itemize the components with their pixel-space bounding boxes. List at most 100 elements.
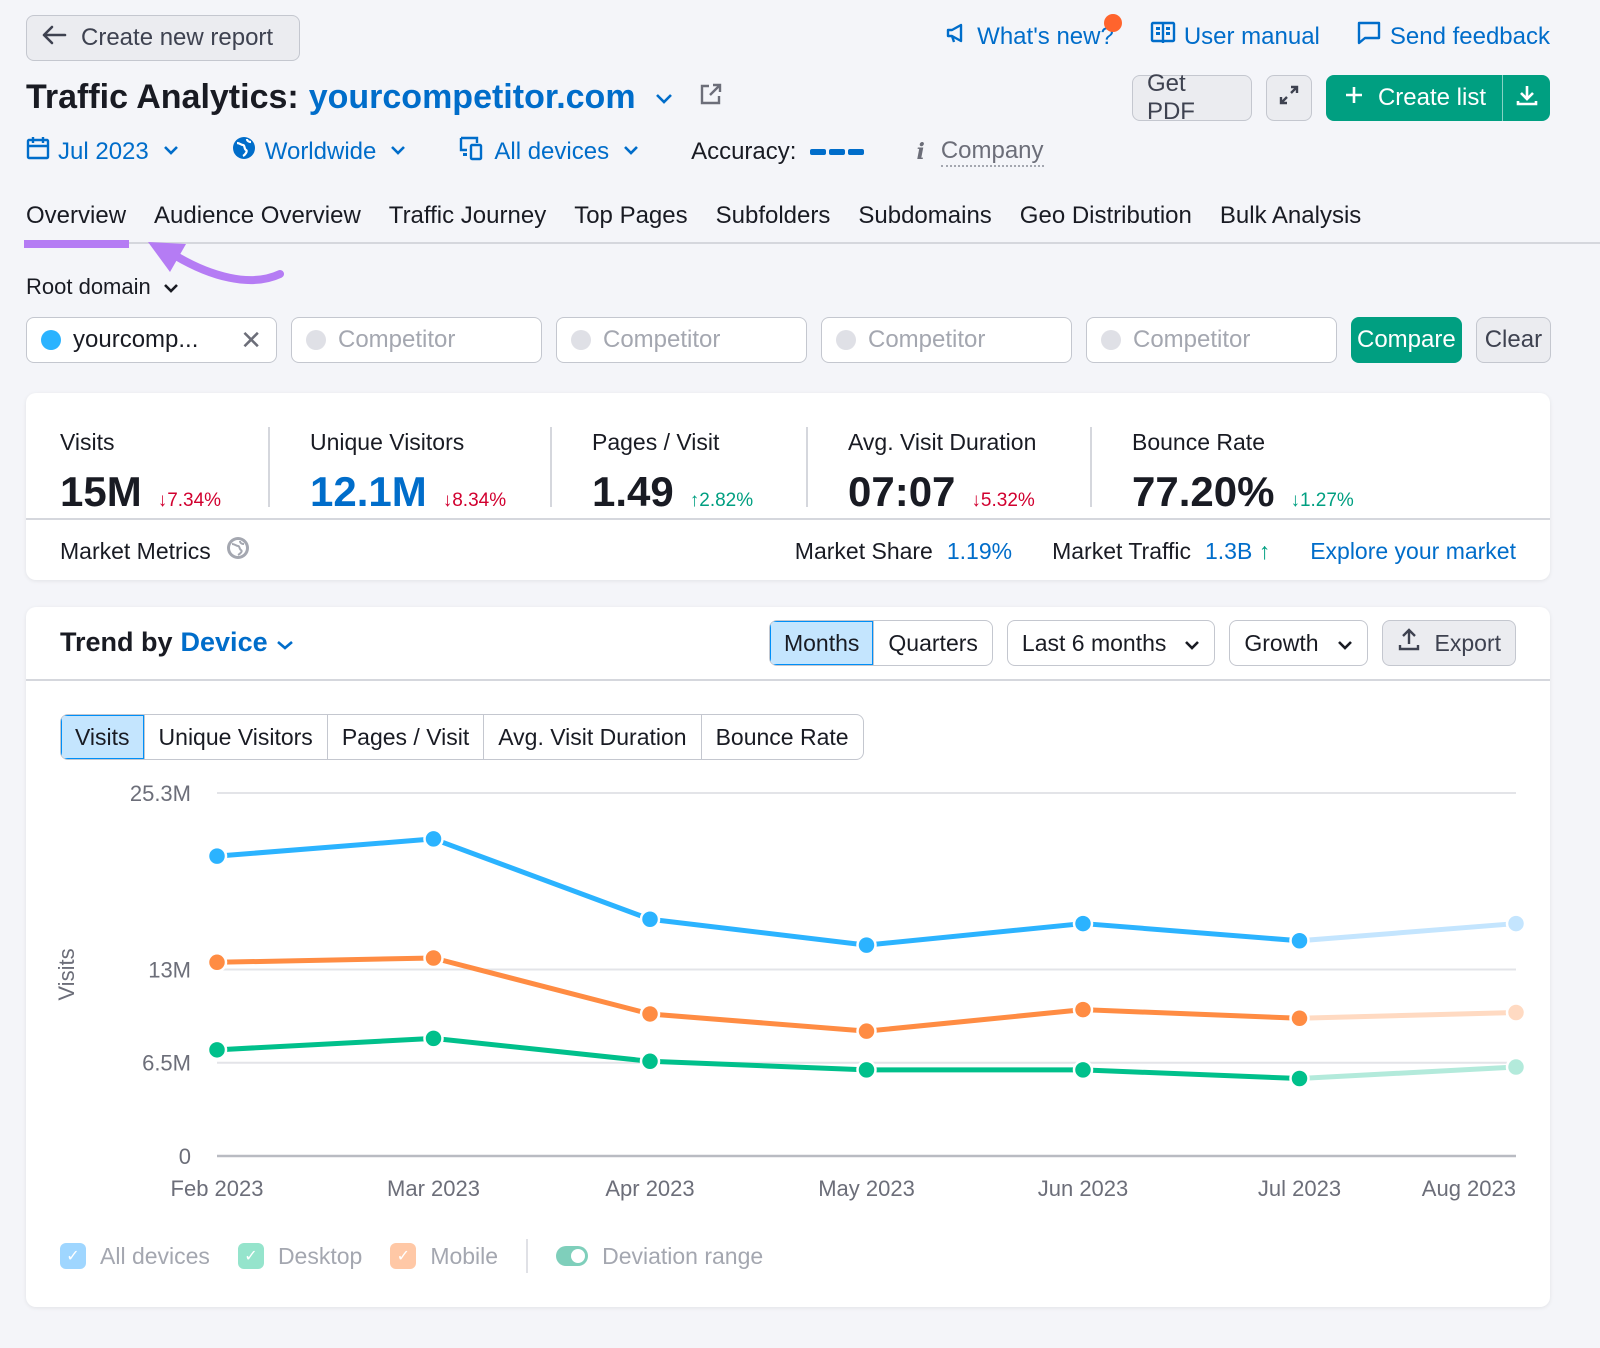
explore-market-link[interactable]: Explore your market xyxy=(1310,538,1516,565)
market-traffic-value: 1.3B ↑ xyxy=(1204,537,1271,564)
metric-tabs: Visits Unique Visitors Pages / Visit Avg… xyxy=(60,714,864,760)
export-button[interactable]: Export xyxy=(1381,620,1516,666)
metric-unique-visitors[interactable]: Unique Visitors 12.1M ↓8.34% xyxy=(270,393,550,518)
help-links: What's new? User manual Send feedback xyxy=(945,14,1550,53)
external-link-icon[interactable] xyxy=(698,81,724,114)
data-point xyxy=(856,934,877,956)
create-new-report-label: Create new report xyxy=(81,24,274,51)
chart-legend: ✓ All devices ✓ Desktop ✓ Mobile Deviati… xyxy=(60,1239,763,1273)
trend-dimension-selector[interactable]: Device xyxy=(181,627,268,658)
checkbox-checked-icon: ✓ xyxy=(237,1243,264,1269)
market-share-label: Market Share xyxy=(794,537,933,564)
tab-overview[interactable]: Overview xyxy=(23,202,130,248)
data-point xyxy=(206,1039,228,1061)
data-point xyxy=(639,909,661,930)
download-button[interactable] xyxy=(1502,75,1550,121)
metric-tab-avg-visit-duration[interactable]: Avg. Visit Duration xyxy=(483,715,700,759)
expand-icon xyxy=(1277,83,1301,114)
legend-mobile[interactable]: ✓ Mobile xyxy=(390,1243,498,1270)
date-filter[interactable]: Jul 2023 xyxy=(26,136,179,167)
fullscreen-button[interactable] xyxy=(1265,75,1312,121)
whats-new-link[interactable]: What's new? xyxy=(945,14,1122,53)
data-point xyxy=(423,947,444,969)
tab-subfolders[interactable]: Subfolders xyxy=(716,202,831,244)
quarters-option[interactable]: Quarters xyxy=(873,621,991,665)
compare-button[interactable]: Compare xyxy=(1351,317,1462,363)
x-tick-label: Jun 2023 xyxy=(1038,1176,1129,1201)
metric-tab-bounce-rate[interactable]: Bounce Rate xyxy=(700,715,863,759)
get-pdf-button[interactable]: Get PDF xyxy=(1131,70,1252,125)
calendar-icon xyxy=(26,136,50,167)
chevron-down-icon xyxy=(623,143,639,161)
send-feedback-link[interactable]: Send feedback xyxy=(1356,20,1550,53)
y-axis-label: Visits xyxy=(54,948,79,1000)
period-dropdown[interactable]: Last 6 months xyxy=(1006,620,1216,666)
filters-bar: Jul 2023 Worldwide All devices Accuracy:… xyxy=(26,135,1044,168)
create-new-report-button[interactable]: Create new report xyxy=(26,15,300,61)
competitor-input-2[interactable]: Competitor xyxy=(556,317,807,363)
tab-top-pages[interactable]: Top Pages xyxy=(574,202,687,244)
metric-visits[interactable]: Visits 15M ↓7.34% xyxy=(60,393,268,518)
data-point xyxy=(206,845,228,867)
competitor-input-4[interactable]: Competitor xyxy=(1086,317,1337,363)
accuracy-label: Accuracy: xyxy=(691,137,797,165)
tab-traffic-journey[interactable]: Traffic Journey xyxy=(389,202,546,244)
competitor-input-3[interactable]: Competitor xyxy=(821,317,1072,363)
metric-value: 12.1M xyxy=(310,468,427,515)
deviation-range-toggle[interactable]: Deviation range xyxy=(556,1243,763,1270)
megaphone-icon xyxy=(945,21,969,52)
whats-new-label: What's new? xyxy=(977,22,1114,50)
metric-tab-visits[interactable]: Visits xyxy=(61,715,144,759)
x-tick-label: Feb 2023 xyxy=(171,1176,264,1201)
x-tick-label: Mar 2023 xyxy=(387,1176,480,1201)
send-feedback-label: Send feedback xyxy=(1389,22,1550,50)
competitor-placeholder: Competitor xyxy=(868,326,986,353)
metric-avg-visit-duration[interactable]: Avg. Visit Duration 07:07 ↓5.32% xyxy=(808,393,1090,518)
report-actions: Get PDF Create list xyxy=(1131,70,1550,125)
root-domain-label: Root domain xyxy=(26,274,151,299)
domain-input[interactable]: yourcomp... ✕ xyxy=(26,317,277,363)
competitor-placeholder: Competitor xyxy=(338,326,456,353)
chevron-down-icon[interactable] xyxy=(654,85,674,111)
chevron-down-icon[interactable] xyxy=(276,627,294,658)
tab-geo-distribution[interactable]: Geo Distribution xyxy=(1020,202,1192,244)
tab-bulk-analysis[interactable]: Bulk Analysis xyxy=(1220,202,1361,244)
data-point xyxy=(1289,930,1310,952)
metric-pages-per-visit[interactable]: Pages / Visit 1.49 ↑2.82% xyxy=(552,393,806,518)
plus-icon xyxy=(1344,84,1364,112)
metric-bounce-rate[interactable]: Bounce Rate 77.20% ↓1.27% xyxy=(1092,393,1354,518)
tab-subdomains[interactable]: Subdomains xyxy=(858,202,991,244)
region-filter[interactable]: Worldwide xyxy=(231,135,407,168)
create-list-button[interactable]: Create list xyxy=(1326,75,1502,121)
mode-dropdown[interactable]: Growth xyxy=(1229,620,1368,666)
data-point xyxy=(1289,1068,1310,1089)
root-domain-selector[interactable]: Root domain xyxy=(26,274,179,300)
chevron-down-icon xyxy=(163,143,179,161)
notification-dot xyxy=(1103,14,1122,32)
data-point xyxy=(423,828,444,850)
legend-desktop[interactable]: ✓ Desktop xyxy=(237,1243,362,1270)
metric-label: Pages / Visit xyxy=(592,429,720,455)
x-tick-label: Apr 2023 xyxy=(605,1176,694,1201)
devices-filter[interactable]: All devices xyxy=(458,135,639,168)
trend-card: Trend by Device Months Quarters Last 6 m… xyxy=(26,607,1550,1307)
user-manual-link[interactable]: User manual xyxy=(1150,20,1320,53)
metrics-card: Visits 15M ↓7.34% Unique Visitors 12.1M ↓8… xyxy=(26,393,1550,580)
domain-selector[interactable]: yourcompetitor.com xyxy=(309,78,636,117)
legend-all-devices[interactable]: ✓ All devices xyxy=(60,1243,210,1270)
deviation-label: Deviation range xyxy=(602,1242,764,1269)
metric-value: 77.20% xyxy=(1132,468,1275,515)
feedback-icon xyxy=(1356,20,1382,53)
close-icon[interactable]: ✕ xyxy=(240,325,262,356)
x-tick-label: Jul 2023 xyxy=(1258,1176,1341,1201)
months-option[interactable]: Months xyxy=(769,621,874,665)
metric-tab-pages-visit[interactable]: Pages / Visit xyxy=(326,715,483,759)
metric-tab-unique-visitors[interactable]: Unique Visitors xyxy=(143,715,327,759)
company-info[interactable]: i Company xyxy=(916,137,1044,167)
competitor-input-1[interactable]: Competitor xyxy=(291,317,542,363)
accuracy-bars xyxy=(810,148,865,155)
trend-header: Trend by Device Months Quarters Last 6 m… xyxy=(26,607,1550,681)
clear-button[interactable]: Clear xyxy=(1475,317,1552,363)
region-filter-label: Worldwide xyxy=(264,137,377,165)
market-metrics-row: Market Metrics Market Share 1.19% Market… xyxy=(60,535,1516,567)
